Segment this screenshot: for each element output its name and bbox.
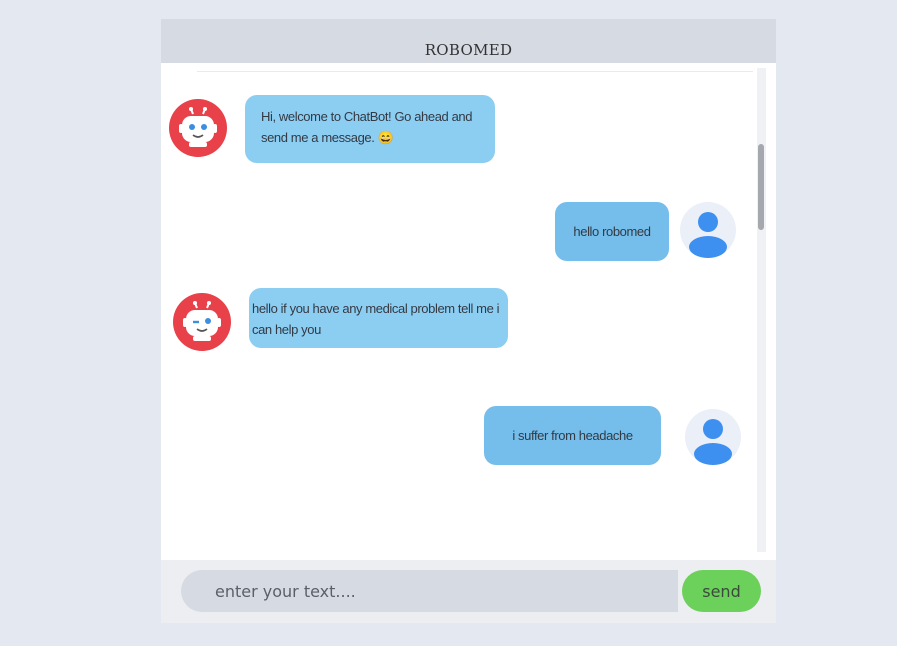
user-silhouette-icon <box>694 419 732 465</box>
message-text: hello robomed <box>573 224 651 239</box>
bot-avatar <box>173 293 231 351</box>
message-input-bar: send <box>161 560 776 623</box>
chat-scrollbar[interactable] <box>757 68 766 552</box>
message-text: Hi, welcome to ChatBot! Go ahead and sen… <box>261 109 473 145</box>
robot-face-icon <box>179 107 217 147</box>
bot-avatar <box>169 99 227 157</box>
user-silhouette-icon <box>689 212 727 258</box>
message-text: i suffer from headache <box>512 428 633 443</box>
message-text: hello if you have any medical problem te… <box>252 301 500 337</box>
user-avatar <box>685 409 741 465</box>
user-message-bubble: i suffer from headache <box>484 406 661 465</box>
send-button[interactable]: send <box>682 570 761 612</box>
user-avatar <box>680 202 736 258</box>
chat-header: ROBOMED <box>161 19 776 63</box>
chat-title: ROBOMED <box>424 41 513 59</box>
message-input[interactable] <box>181 570 678 612</box>
user-message-bubble: hello robomed <box>555 202 669 261</box>
bot-message-bubble: hello if you have any medical problem te… <box>249 288 508 348</box>
bot-message-bubble: Hi, welcome to ChatBot! Go ahead and sen… <box>245 95 495 163</box>
chat-window: ROBOMED Hi, welcome to ChatBot! Go ahead… <box>161 19 776 623</box>
scrollbar-thumb[interactable] <box>758 144 764 230</box>
header-divider <box>197 71 753 72</box>
robot-face-icon <box>183 301 221 341</box>
